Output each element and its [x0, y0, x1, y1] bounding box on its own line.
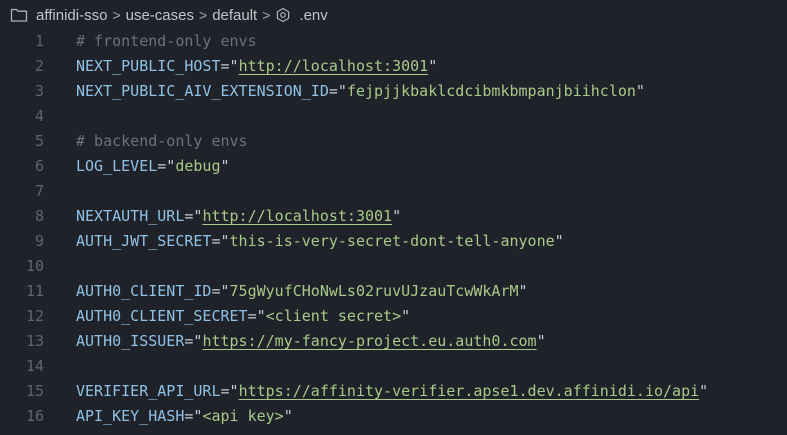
code-line[interactable]: 2 NEXT_PUBLIC_HOST="http://localhost:3001… — [0, 54, 787, 79]
assign-quote-token: =" — [211, 282, 230, 300]
code-text: NEXT_PUBLIC_AIV_EXTENSION_ID="fejpjjkbak… — [76, 79, 645, 104]
closing-quote-token: " — [536, 332, 546, 350]
code-line[interactable]: 14 — [0, 354, 787, 379]
code-text: AUTH0_CLIENT_ID="75gWyufCHoNwLs02ruvUJza… — [76, 279, 528, 304]
breadcrumb-item-file[interactable]: .env — [299, 7, 327, 24]
comment-token: # frontend-only envs — [76, 32, 257, 50]
line-number: 3 — [34, 82, 44, 100]
code-text: API_KEY_HASH="<api key>" — [76, 404, 293, 429]
assign-quote-token: =" — [220, 382, 239, 400]
code-text: AUTH0_CLIENT_SECRET="<client secret>" — [76, 304, 410, 329]
env-value-token: 75gWyufCHoNwLs02ruvUJzauTcwWkArM — [229, 282, 519, 300]
env-key-token: NEXTAUTH_URL — [76, 207, 185, 225]
line-number: 14 — [25, 357, 44, 375]
code-text: NEXTAUTH_URL="http://localhost:3001" — [76, 204, 401, 229]
env-value-token: <client secret> — [265, 307, 402, 325]
code-line[interactable]: 7 — [0, 179, 787, 204]
env-key-token: AUTH0_CLIENT_SECRET — [76, 307, 248, 325]
line-number: 6 — [34, 157, 44, 175]
line-number: 13 — [25, 332, 44, 350]
code-text: # frontend-only envs — [76, 29, 257, 54]
url-link[interactable]: http://localhost:3001 — [239, 57, 429, 75]
url-link[interactable]: https://affinity-verifier.apse1.dev.affi… — [239, 382, 700, 400]
line-number: 15 — [25, 382, 44, 400]
line-number: 10 — [25, 257, 44, 275]
assign-quote-token: =" — [184, 407, 203, 425]
gear-icon — [277, 7, 290, 23]
env-key-token: LOG_LEVEL — [76, 157, 158, 175]
breadcrumb-item-use-cases[interactable]: use-cases — [126, 7, 194, 24]
env-value-token: <api key> — [202, 407, 284, 425]
env-key-token: NEXT_PUBLIC_AIV_EXTENSION_ID — [76, 82, 329, 100]
code-line[interactable]: 10 — [0, 254, 787, 279]
code-text: # backend-only envs — [76, 129, 248, 154]
closing-quote-token: " — [220, 157, 230, 175]
closing-quote-token: " — [518, 282, 528, 300]
env-key-token: AUTH0_ISSUER — [76, 332, 185, 350]
env-key-token: VERIFIER_API_URL — [76, 382, 221, 400]
line-number: 11 — [25, 282, 44, 300]
folder-icon — [10, 8, 28, 22]
assign-quote-token: =" — [220, 57, 239, 75]
assign-quote-token: =" — [184, 207, 203, 225]
closing-quote-token: " — [428, 57, 438, 75]
code-line[interactable]: 1 # frontend-only envs — [0, 29, 787, 54]
code-line[interactable]: 13 AUTH0_ISSUER="https://my-fancy-project… — [0, 329, 787, 354]
code-editor[interactable]: 1 # frontend-only envs 2 NEXT_PUBLIC_HOST="… — [0, 29, 787, 435]
env-value-token: this-is-very-secret-dont-tell-anyone — [229, 232, 555, 250]
chevron-right-icon: > — [199, 7, 208, 23]
closing-quote-token: " — [554, 232, 564, 250]
code-line[interactable]: 9 AUTH_JWT_SECRET="this-is-very-secret-do… — [0, 229, 787, 254]
assign-quote-token: =" — [247, 307, 266, 325]
closing-quote-token: " — [635, 82, 645, 100]
code-line[interactable]: 12 AUTH0_CLIENT_SECRET="<client secret>" — [0, 304, 787, 329]
line-number: 4 — [34, 107, 44, 125]
env-value-token: debug — [175, 157, 221, 175]
code-line[interactable]: 8 NEXTAUTH_URL="http://localhost:3001" — [0, 204, 787, 229]
assign-quote-token: =" — [328, 82, 347, 100]
chevron-right-icon: > — [262, 7, 271, 23]
line-number: 12 — [25, 307, 44, 325]
code-text: VERIFIER_API_URL="https://affinity-verif… — [76, 379, 708, 404]
code-line[interactable]: 5 # backend-only envs — [0, 129, 787, 154]
line-number: 5 — [34, 132, 44, 150]
code-line[interactable]: 6 LOG_LEVEL="debug" — [0, 154, 787, 179]
assign-quote-token: =" — [157, 157, 176, 175]
env-key-token: API_KEY_HASH — [76, 407, 185, 425]
line-number: 9 — [34, 232, 44, 250]
code-line[interactable]: 4 — [0, 104, 787, 129]
env-key-token: NEXT_PUBLIC_HOST — [76, 57, 221, 75]
env-value-token: fejpjjkbaklcdcibmkbmpanjbiihclon — [346, 82, 636, 100]
code-text: AUTH_JWT_SECRET="this-is-very-secret-don… — [76, 229, 564, 254]
closing-quote-token: " — [401, 307, 411, 325]
code-line[interactable]: 15 VERIFIER_API_URL="https://affinity-ver… — [0, 379, 787, 404]
code-line[interactable]: 11 AUTH0_CLIENT_ID="75gWyufCHoNwLs02ruvUJ… — [0, 279, 787, 304]
closing-quote-token: " — [699, 382, 709, 400]
env-key-token: AUTH0_CLIENT_ID — [76, 282, 212, 300]
closing-quote-token: " — [283, 407, 293, 425]
code-text: LOG_LEVEL="debug" — [76, 154, 230, 179]
code-text: AUTH0_ISSUER="https://my-fancy-project.e… — [76, 329, 546, 354]
breadcrumb-item-default[interactable]: default — [212, 7, 257, 24]
breadcrumb-item-affinidi-sso[interactable]: affinidi-sso — [36, 7, 107, 24]
assign-quote-token: =" — [184, 332, 203, 350]
chevron-right-icon: > — [112, 7, 121, 23]
line-number: 16 — [25, 407, 44, 425]
code-line[interactable]: 16 API_KEY_HASH="<api key>" — [0, 404, 787, 429]
url-link[interactable]: https://my-fancy-project.eu.auth0.com — [202, 332, 536, 350]
code-text: NEXT_PUBLIC_HOST="http://localhost:3001" — [76, 54, 437, 79]
closing-quote-token: " — [392, 207, 402, 225]
breadcrumb: affinidi-sso > use-cases > default > .en… — [0, 0, 787, 30]
line-number: 7 — [34, 182, 44, 200]
assign-quote-token: =" — [211, 232, 230, 250]
url-link[interactable]: http://localhost:3001 — [202, 207, 392, 225]
line-number: 1 — [34, 32, 44, 50]
comment-token: # backend-only envs — [76, 132, 248, 150]
code-line[interactable]: 3 NEXT_PUBLIC_AIV_EXTENSION_ID="fejpjjkba… — [0, 79, 787, 104]
line-number: 2 — [34, 57, 44, 75]
env-key-token: AUTH_JWT_SECRET — [76, 232, 212, 250]
line-number: 8 — [34, 207, 44, 225]
